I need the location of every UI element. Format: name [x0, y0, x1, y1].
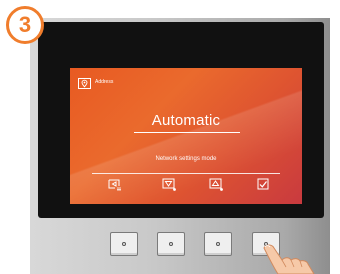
- mode-value-underline: [134, 132, 240, 133]
- address-pin-icon: [78, 78, 91, 89]
- hardware-button-1[interactable]: [110, 232, 138, 256]
- confirm-check-icon: [257, 178, 269, 190]
- pressing-finger-icon: [263, 244, 315, 274]
- display-screen: Address Automatic Network settings mode: [70, 68, 302, 204]
- arrow-down-icon: [162, 178, 176, 191]
- back-list-icon: [108, 179, 121, 191]
- softkey-divider: [92, 173, 280, 174]
- network-mode-caption: Network settings mode: [155, 156, 217, 162]
- hardware-button-3[interactable]: [204, 232, 232, 256]
- screen-header-label: Address: [95, 79, 114, 85]
- arrow-up-icon: [209, 178, 223, 191]
- step-badge: 3: [6, 6, 44, 44]
- hardware-button-2[interactable]: [157, 232, 185, 256]
- network-mode-value: Automatic: [151, 112, 221, 129]
- step-number: 3: [18, 12, 32, 37]
